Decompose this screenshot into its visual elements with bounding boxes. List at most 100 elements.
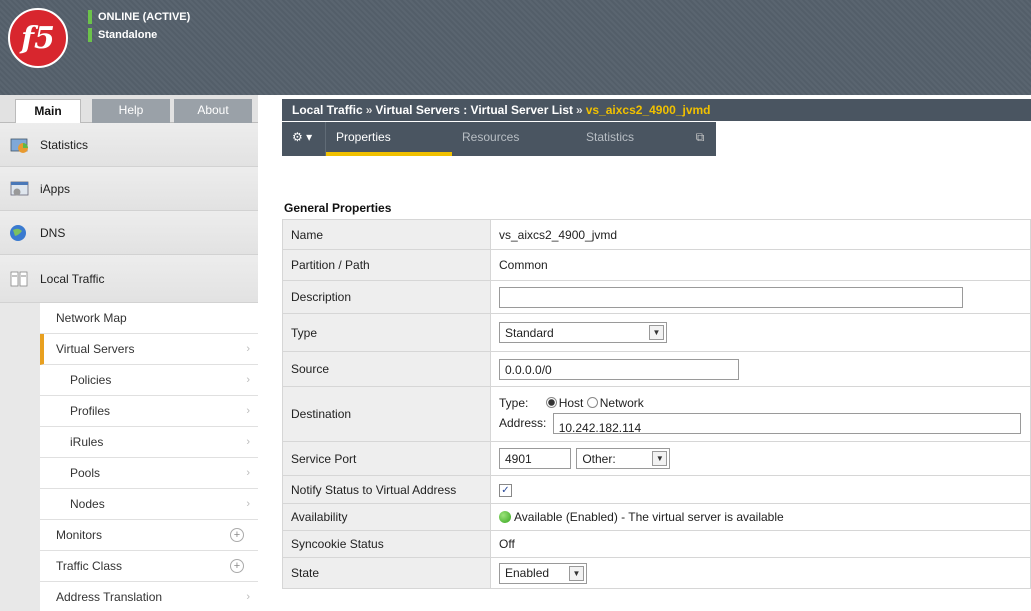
submenu-item-traffic-class[interactable]: Traffic Class +: [40, 551, 258, 582]
partition-label: Partition / Path: [282, 249, 491, 281]
sidebar-item-local-traffic[interactable]: Local Traffic: [0, 255, 258, 303]
table-row: Partition / Path Common: [282, 249, 1031, 281]
logo-text: f5: [21, 20, 55, 56]
submenu-item-label: Virtual Servers: [56, 342, 135, 356]
status-standalone: Standalone: [88, 26, 190, 44]
sidebar-item-dns[interactable]: DNS: [0, 211, 258, 255]
iapps-icon: [10, 181, 29, 195]
destination-address-row: Address: 10.242.182.114: [499, 412, 1022, 435]
chevron-down-icon: ▼: [569, 565, 584, 581]
sidebar: Statistics iApps DNS Local Traffic Netwo…: [0, 123, 258, 611]
destination-type-label: Type:: [499, 396, 529, 410]
local-traffic-icon: [10, 271, 28, 286]
submenu-item-label: Monitors: [56, 528, 103, 542]
app-header: f5 ONLINE (ACTIVE) Standalone: [0, 0, 1031, 95]
submenu-item-label: iRules: [70, 435, 104, 449]
nav-tab-main[interactable]: Main: [15, 99, 81, 123]
submenu-item-profiles[interactable]: Profiles ›: [40, 396, 258, 427]
service-port-input[interactable]: 4901: [499, 448, 571, 469]
description-input[interactable]: [499, 286, 963, 308]
submenu-item-nodes[interactable]: Nodes ›: [40, 489, 258, 520]
state-select[interactable]: Enabled ▼: [499, 562, 587, 584]
availability-label: Availability: [282, 503, 491, 531]
sidebar-item-label: iApps: [40, 181, 71, 196]
radio-unselected-icon: [586, 397, 598, 408]
availability-cell: Available (Enabled) - The virtual server…: [490, 503, 1031, 531]
submenu-item-label: Policies: [70, 373, 112, 387]
add-circle-icon[interactable]: +: [230, 528, 244, 542]
popout-icon[interactable]: ⧉: [684, 122, 716, 156]
submenu-item-virtual-servers[interactable]: Virtual Servers ›: [40, 334, 258, 365]
nav-tab-help[interactable]: Help: [92, 99, 170, 123]
destination-cell: Type: Host Network Address: 10.242.182.1…: [490, 386, 1031, 442]
submenu-item-irules[interactable]: iRules ›: [40, 427, 258, 458]
source-cell: 0.0.0.0/0: [490, 351, 1031, 387]
availability-value: Available (Enabled) - The virtual server…: [514, 510, 784, 524]
table-row: Service Port 4901 Other: ▼: [282, 441, 1031, 476]
source-label: Source: [282, 351, 491, 387]
destination-address-input[interactable]: 10.242.182.114: [552, 413, 1021, 435]
table-row: Notify Status to Virtual Address ✓: [282, 475, 1031, 504]
nav-tab-about[interactable]: About: [174, 99, 252, 123]
radio-network[interactable]: Network: [586, 396, 644, 410]
chevron-down-icon: ▼: [652, 451, 668, 466]
table-row: State Enabled ▼: [282, 557, 1031, 589]
submenu-item-monitors[interactable]: Monitors +: [40, 520, 258, 551]
breadcrumb-local-traffic[interactable]: Local Traffic: [292, 103, 363, 117]
submenu-item-network-map[interactable]: Network Map: [40, 303, 258, 334]
table-row: Name vs_aixcs2_4900_jvmd: [282, 219, 1031, 250]
state-label: State: [282, 557, 491, 589]
state-cell: Enabled ▼: [490, 557, 1031, 589]
submenu-item-policies[interactable]: Policies ›: [40, 365, 258, 396]
destination-type-row: Type: Host Network: [499, 394, 1022, 412]
add-circle-icon[interactable]: +: [230, 559, 244, 573]
submenu-item-address-translation[interactable]: Address Translation ›: [40, 582, 258, 611]
radio-network-label: Network: [599, 396, 644, 410]
type-cell: Standard ▼: [490, 313, 1031, 352]
general-properties-table: Name vs_aixcs2_4900_jvmd Partition / Pat…: [282, 219, 1031, 589]
submenu-item-label: Traffic Class: [56, 559, 123, 573]
chevron-right-icon: ›: [246, 436, 250, 448]
syncookie-value: Off: [490, 530, 1031, 558]
tab-properties[interactable]: Properties: [326, 122, 452, 156]
statistics-icon: [10, 138, 28, 153]
tab-resources[interactable]: Resources: [452, 122, 576, 156]
sidebar-item-statistics[interactable]: Statistics: [0, 123, 258, 167]
sidebar-item-iapps[interactable]: iApps: [0, 167, 258, 211]
submenu-item-label: Address Translation: [56, 590, 163, 604]
gear-menu-button[interactable]: ⚙ ▾: [282, 122, 326, 156]
service-port-select[interactable]: Other: ▼: [576, 448, 671, 469]
chevron-right-icon: ›: [246, 498, 250, 510]
submenu-item-label: Nodes: [70, 497, 105, 511]
submenu-item-label: Network Map: [56, 311, 127, 325]
breadcrumb-virtual-server-list[interactable]: Virtual Servers : Virtual Server List: [375, 103, 573, 117]
nav-tabs: Main Help About: [0, 95, 258, 123]
destination-label: Destination: [282, 386, 491, 442]
globe-icon: [10, 224, 26, 241]
type-select[interactable]: Standard ▼: [499, 322, 667, 343]
service-port-label: Service Port: [282, 441, 491, 476]
radio-host[interactable]: Host: [545, 396, 584, 410]
description-cell: [490, 280, 1031, 314]
notify-label: Notify Status to Virtual Address: [282, 475, 491, 504]
breadcrumb-current: vs_aixcs2_4900_jvmd: [585, 103, 711, 117]
radio-host-label: Host: [558, 396, 584, 410]
radio-selected-icon: [545, 397, 557, 408]
partition-value: Common: [490, 249, 1031, 281]
status-secondary-text: Standalone: [98, 29, 158, 41]
notify-checkbox[interactable]: ✓: [499, 484, 512, 497]
submenu-item-label: Pools: [70, 466, 101, 480]
submenu-item-label: Profiles: [70, 404, 111, 418]
breadcrumb-separator: »: [365, 103, 373, 117]
tab-statistics[interactable]: Statistics: [576, 122, 684, 156]
type-label: Type: [282, 313, 491, 352]
sidebar-item-label: DNS: [40, 225, 66, 240]
source-input[interactable]: 0.0.0.0/0: [499, 358, 739, 380]
service-port-cell: 4901 Other: ▼: [490, 441, 1031, 476]
section-title: General Properties: [284, 201, 392, 215]
table-row: Availability Available (Enabled) - The v…: [282, 503, 1031, 531]
chevron-down-icon: ▼: [649, 325, 664, 340]
submenu-item-pools[interactable]: Pools ›: [40, 458, 258, 489]
sidebar-item-label: Statistics: [40, 137, 89, 152]
name-value: vs_aixcs2_4900_jvmd: [490, 219, 1031, 250]
